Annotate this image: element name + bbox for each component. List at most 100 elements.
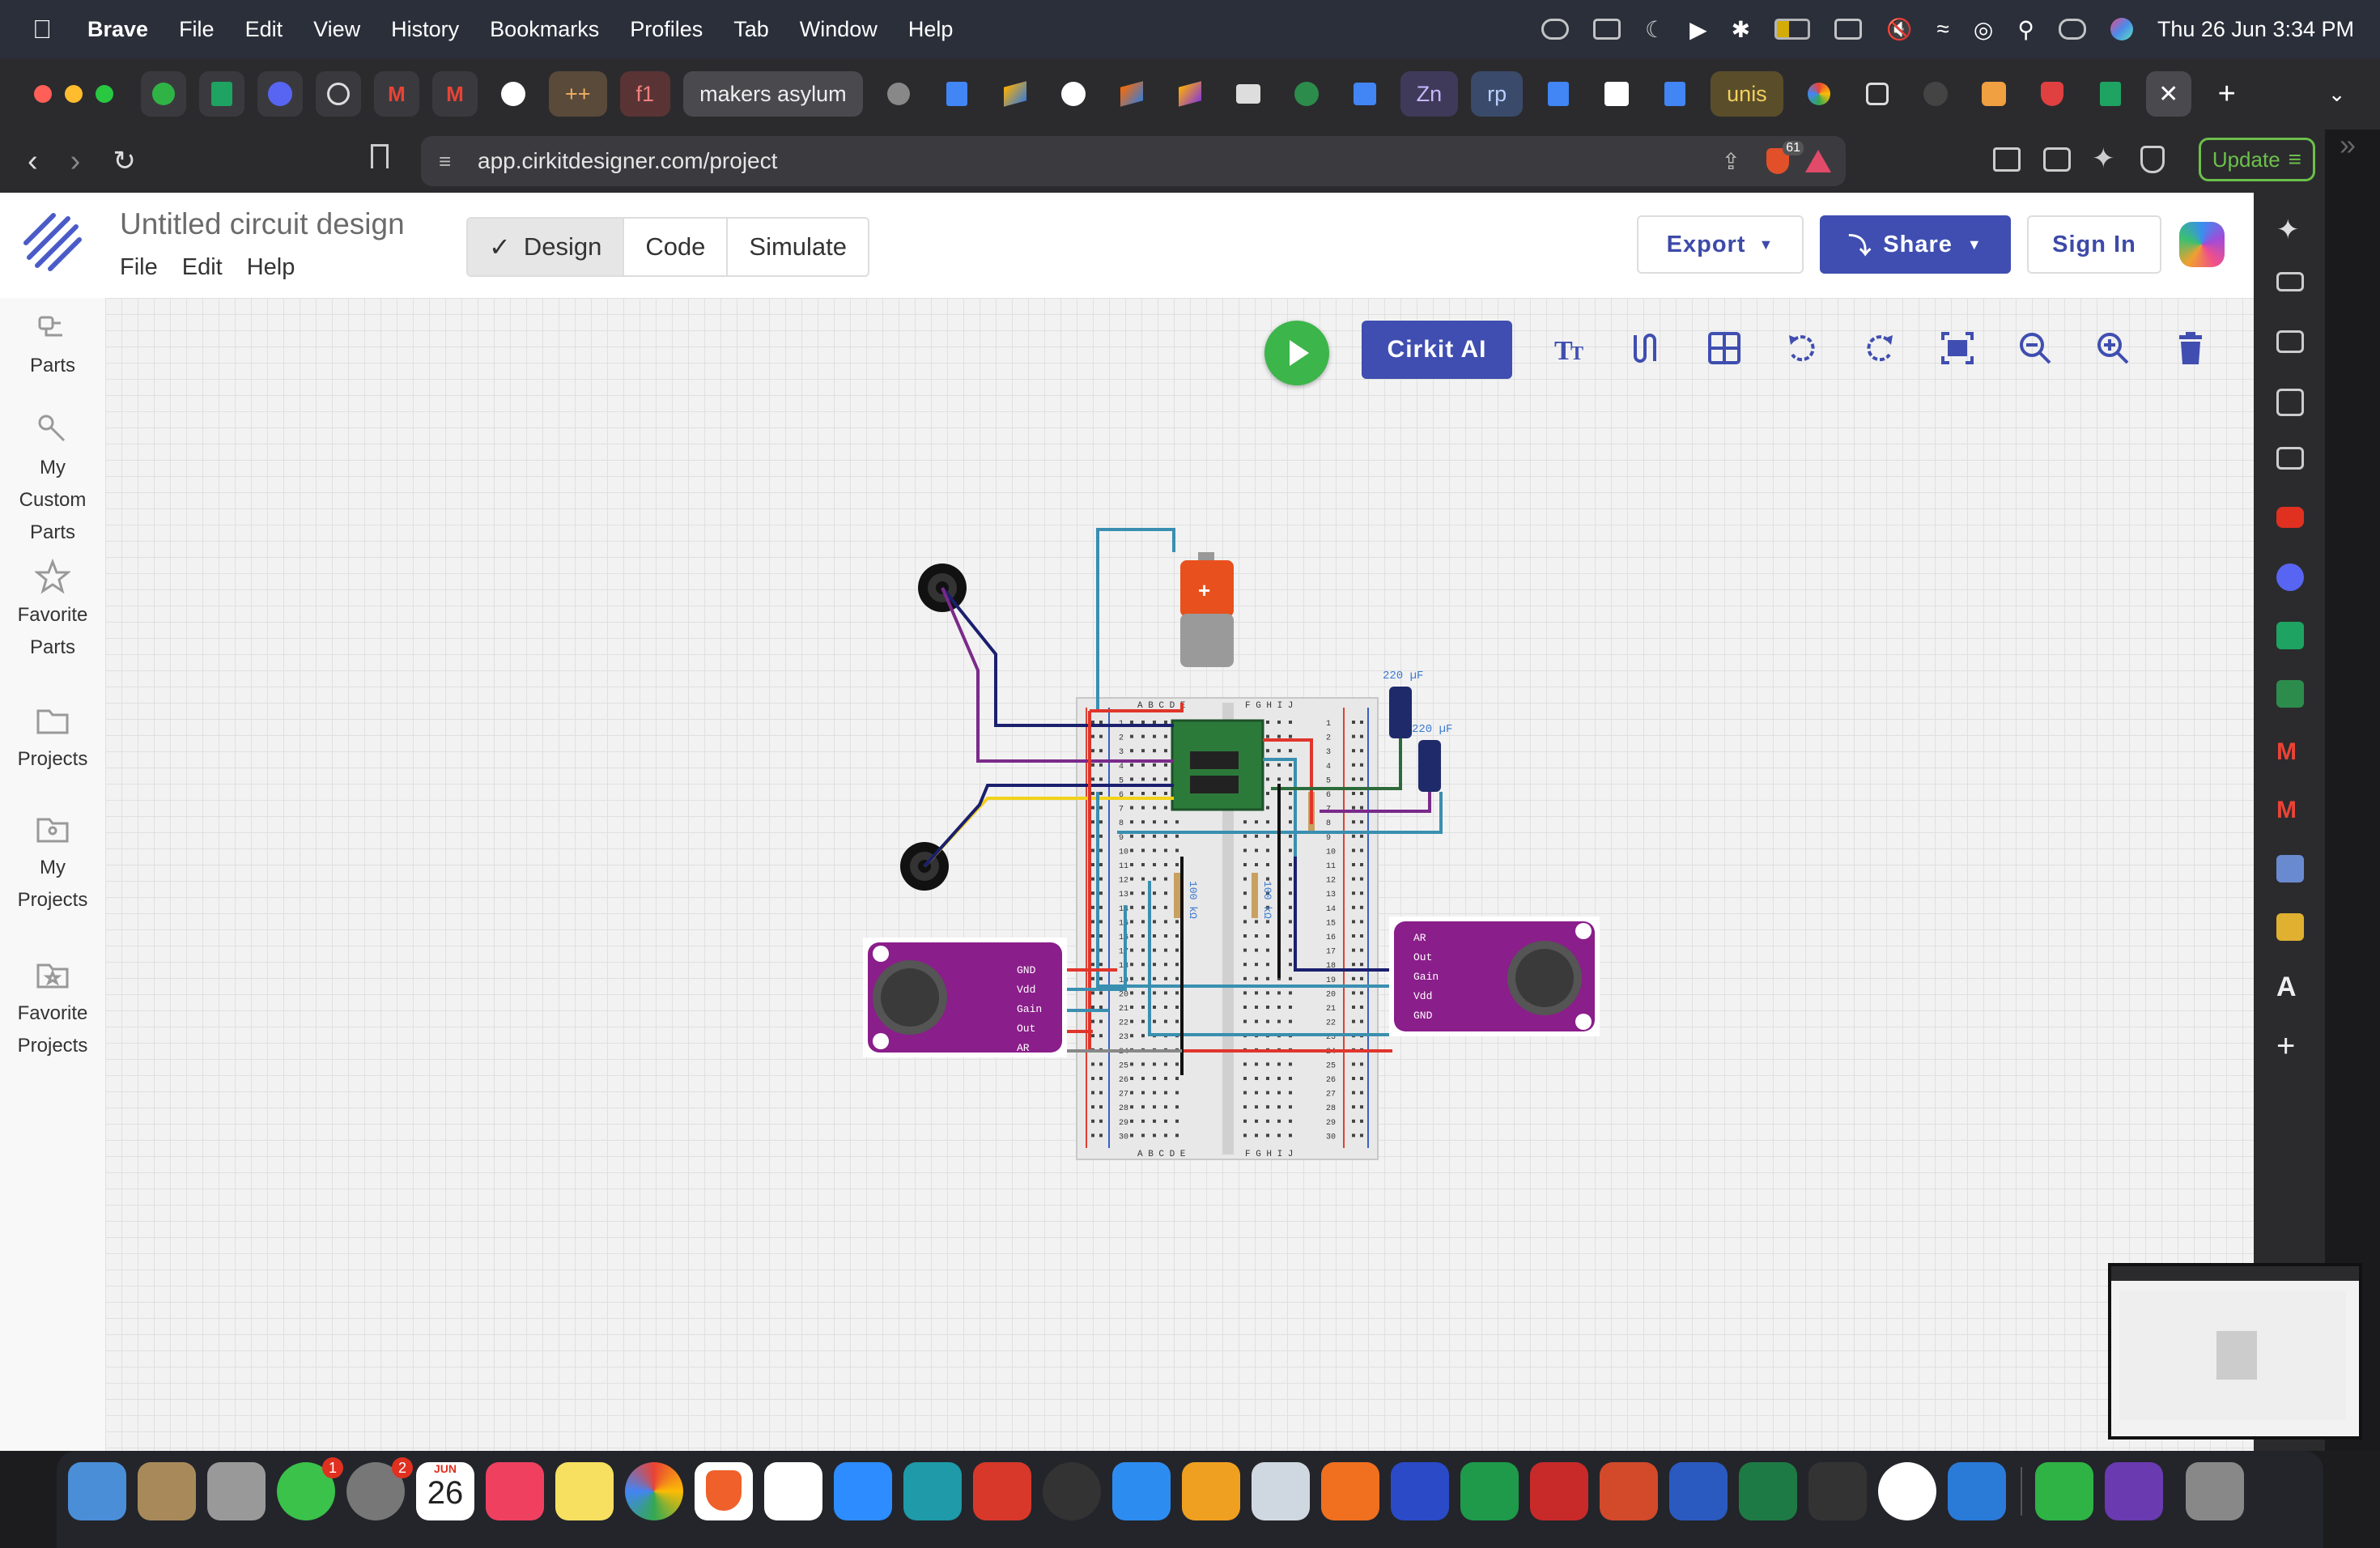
breadboard-hole[interactable] (1243, 891, 1247, 895)
breadboard-hole[interactable] (1091, 948, 1094, 952)
breadboard-hole[interactable] (1289, 820, 1292, 824)
breadboard-hole[interactable] (1141, 792, 1145, 795)
breadboard-hole[interactable] (1099, 848, 1103, 853)
breadboard-hole[interactable] (1164, 721, 1167, 724)
breadboard-hole[interactable] (1360, 905, 1363, 909)
kicad-icon[interactable] (1391, 1462, 1449, 1520)
breadboard-hole[interactable] (1243, 1133, 1247, 1138)
breadboard-hole[interactable] (1243, 1105, 1247, 1109)
breadboard-hole[interactable] (1175, 1091, 1179, 1095)
breadboard-hole[interactable] (1352, 991, 1355, 995)
menubar-edit[interactable]: Edit (245, 17, 283, 42)
breadboard-hole[interactable] (1091, 1105, 1094, 1109)
siri-icon[interactable] (2110, 18, 2133, 40)
breadboard-hole[interactable] (1360, 920, 1363, 924)
apple-icon[interactable]:  (32, 15, 52, 45)
breadboard-hole[interactable] (1266, 721, 1269, 724)
breadboard-hole[interactable] (1360, 1006, 1363, 1009)
breadboard-hole[interactable] (1153, 905, 1156, 909)
breadboard-hole[interactable] (1153, 863, 1156, 866)
bookmarks-icon[interactable] (2276, 389, 2304, 416)
wallet-icon[interactable] (2043, 147, 2071, 172)
breadboard-hole[interactable] (1141, 1062, 1145, 1066)
breadboard-hole[interactable] (1099, 976, 1103, 980)
notes-icon[interactable] (555, 1462, 614, 1520)
breadboard-hole[interactable] (1141, 1077, 1145, 1080)
breadboard-hole[interactable] (1352, 777, 1355, 781)
gmail-icon-2[interactable]: M (2276, 797, 2304, 824)
breadboard-hole[interactable] (1277, 777, 1281, 781)
breadboard-hole[interactable] (1360, 976, 1363, 980)
breadboard-hole[interactable] (1141, 891, 1145, 895)
battery-icon[interactable] (1774, 19, 1811, 40)
breadboard-hole[interactable] (1153, 777, 1156, 781)
sheets-tab-2[interactable] (2088, 71, 2133, 117)
breadboard-hole[interactable] (1091, 721, 1094, 724)
app-menu-file[interactable]: File (120, 254, 158, 281)
sidebar-item-projects[interactable]: Projects (0, 703, 105, 776)
breadboard-hole[interactable] (1141, 763, 1145, 767)
tab-unis[interactable]: unis (1711, 71, 1783, 117)
breadboard-hole[interactable] (1266, 1062, 1269, 1066)
tab-code[interactable]: Code (624, 219, 729, 275)
breadboard-hole[interactable] (1153, 934, 1156, 938)
breadboard-hole[interactable] (1175, 863, 1179, 866)
menubar-help[interactable]: Help (908, 17, 954, 42)
amazon-tab[interactable] (1594, 71, 1639, 117)
breadboard-hole[interactable] (1091, 905, 1094, 909)
breadboard-hole[interactable] (1360, 721, 1363, 724)
breadboard-hole[interactable] (1266, 806, 1269, 810)
zoom-window-button[interactable] (96, 85, 113, 103)
breadboard-hole[interactable] (1243, 1019, 1247, 1023)
sidebar-toggle-icon[interactable] (1993, 147, 2021, 172)
breadboard-hole[interactable] (1266, 877, 1269, 881)
reload-icon[interactable]: ↻ (113, 145, 136, 177)
breadboard-hole[interactable] (1266, 934, 1269, 938)
breadboard-hole[interactable] (1153, 1091, 1156, 1095)
calendar-icon[interactable]: JUN 26 (416, 1462, 474, 1520)
breadboard-hole[interactable] (1153, 834, 1156, 838)
breadboard-hole[interactable] (1130, 1105, 1133, 1109)
sidebar-item-my-custom-parts[interactable]: My Custom Parts (0, 411, 105, 549)
breadboard-hole[interactable] (1266, 1006, 1269, 1009)
breadboard-hole[interactable] (1130, 820, 1133, 824)
circuit-drawing[interactable]: 1 12 23 34 45 56 67 78 89 910 1011 1112 1213 1314 1415… (858, 517, 1740, 1180)
breadboard-hole[interactable] (1130, 863, 1133, 866)
breadboard-hole[interactable] (1360, 1077, 1363, 1080)
breadboard-hole[interactable] (1243, 963, 1247, 967)
breadboard-hole[interactable] (1243, 1062, 1247, 1066)
breadboard-hole[interactable] (1255, 948, 1258, 952)
breadboard-hole[interactable] (1141, 806, 1145, 810)
breadboard-hole[interactable] (1266, 820, 1269, 824)
breadboard-hole[interactable] (1099, 834, 1103, 838)
breadboard-hole[interactable] (1360, 1019, 1363, 1023)
breadboard-hole[interactable] (1266, 1019, 1269, 1023)
breadboard-hole[interactable] (1164, 1105, 1167, 1109)
breadboard-hole[interactable] (1130, 1034, 1133, 1038)
breadboard-hole[interactable] (1091, 963, 1094, 967)
breadboard-hole[interactable] (1153, 976, 1156, 980)
breadboard-hole[interactable] (1099, 806, 1103, 810)
breadboard-hole[interactable] (1360, 991, 1363, 995)
breadboard-hole[interactable] (1277, 721, 1281, 724)
bookmark-icon[interactable] (371, 144, 389, 168)
breadboard-hole[interactable] (1130, 963, 1133, 967)
breadboard-hole[interactable] (1130, 792, 1133, 795)
breadboard-hole[interactable] (1360, 1062, 1363, 1066)
breadboard-hole[interactable] (1289, 948, 1292, 952)
breadboard-hole[interactable] (1153, 763, 1156, 767)
sidebar-item-favorite-projects[interactable]: Favorite Projects (0, 957, 105, 1062)
breadboard-hole[interactable] (1175, 963, 1179, 967)
breadboard-hole[interactable] (1091, 1077, 1094, 1080)
breadboard-hole[interactable] (1130, 834, 1133, 838)
wifi-icon[interactable]: ≈ (1937, 16, 1949, 42)
github-tab-3[interactable] (1913, 71, 1958, 117)
discord-tab[interactable] (257, 71, 303, 117)
video-icon[interactable] (2276, 272, 2304, 291)
breadboard-hole[interactable] (1352, 905, 1355, 909)
breadboard-hole[interactable] (1099, 863, 1103, 866)
breadboard-hole[interactable] (1266, 1077, 1269, 1080)
breadboard-hole[interactable] (1360, 1119, 1363, 1123)
copilot-icon[interactable] (2179, 222, 2225, 267)
breadboard-hole[interactable] (1360, 1133, 1363, 1138)
